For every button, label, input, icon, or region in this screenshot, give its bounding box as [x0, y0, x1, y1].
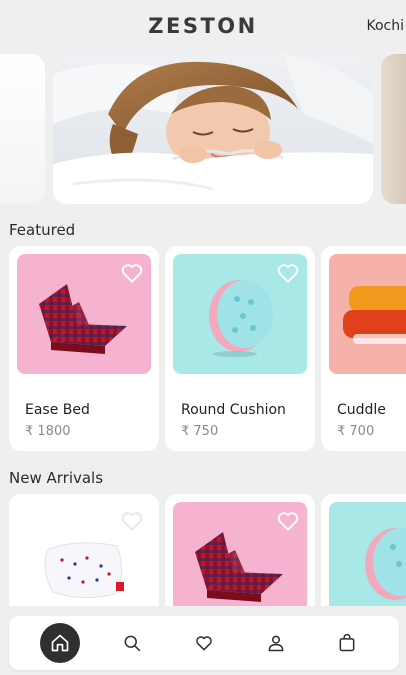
- bottom-navigation: [9, 616, 399, 670]
- banner-carousel[interactable]: [0, 54, 406, 204]
- heart-icon[interactable]: [119, 260, 145, 286]
- heart-icon: [196, 636, 212, 651]
- heart-icon[interactable]: [119, 508, 145, 534]
- home-icon: [51, 634, 69, 652]
- nav-profile[interactable]: [256, 623, 296, 663]
- brand-logo: ZESTON: [148, 14, 258, 38]
- new-arrivals-section-title: New Arrivals: [9, 469, 104, 487]
- banner-slide-previous[interactable]: [0, 54, 45, 204]
- product-image: [173, 254, 307, 374]
- heart-icon[interactable]: [275, 260, 301, 286]
- product-price: ₹ 700: [337, 424, 375, 439]
- location-selector[interactable]: Kochi: [366, 18, 404, 34]
- nav-cart[interactable]: [327, 623, 367, 663]
- search-icon: [124, 635, 141, 652]
- round-cushion-illustration: [365, 528, 406, 600]
- product-image: [17, 254, 151, 374]
- product-image: [17, 502, 151, 606]
- product-name: Cuddle: [337, 402, 386, 418]
- nav-wishlist[interactable]: [184, 623, 224, 663]
- user-icon: [268, 635, 284, 652]
- featured-section-title: Featured: [9, 221, 76, 239]
- product-name: Ease Bed: [25, 402, 90, 418]
- bag-icon: [339, 633, 355, 652]
- product-name: Round Cushion: [181, 402, 286, 418]
- product-card-new-1[interactable]: [9, 494, 159, 606]
- product-image: [329, 502, 406, 606]
- banner-slide-next[interactable]: [381, 54, 406, 204]
- new-arrivals-row[interactable]: [0, 494, 406, 606]
- banner-slide-sleeping-girl[interactable]: [53, 54, 373, 204]
- product-price: ₹ 1800: [25, 424, 71, 439]
- featured-products-row[interactable]: Ease Bed ₹ 1800 Round Cushion ₹ 750 Cudd…: [0, 246, 406, 452]
- stacked-pillows-illustration: [343, 286, 406, 344]
- nav-search[interactable]: [112, 623, 152, 663]
- nav-home[interactable]: [40, 623, 80, 663]
- banner-illustration: [53, 54, 373, 204]
- product-card-ease-bed[interactable]: Ease Bed ₹ 1800: [9, 246, 159, 451]
- product-card-cuddle[interactable]: Cuddle ₹ 700: [321, 246, 406, 451]
- product-image: [173, 502, 307, 606]
- app-header: ZESTON Kochi: [0, 0, 406, 54]
- product-card-new-3[interactable]: [321, 494, 406, 606]
- heart-icon[interactable]: [275, 508, 301, 534]
- product-price: ₹ 750: [181, 424, 219, 439]
- product-card-round-cushion[interactable]: Round Cushion ₹ 750: [165, 246, 315, 451]
- product-image: [329, 254, 406, 374]
- product-card-new-2[interactable]: [165, 494, 315, 606]
